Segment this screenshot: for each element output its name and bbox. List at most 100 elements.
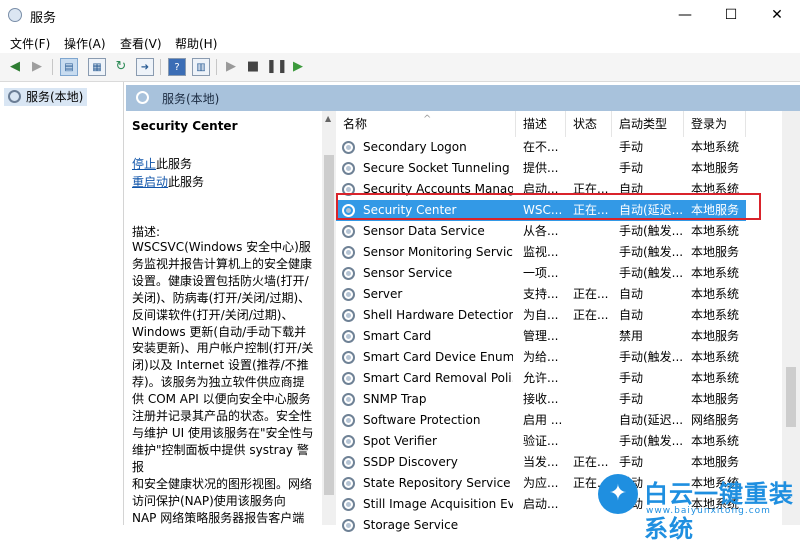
service-row[interactable]: Smart Card Device Enum... 为给... 手动(触发... 本地… [336,347,746,368]
scroll-up-icon[interactable]: ▲ [325,114,331,123]
service-row[interactable]: Secure Socket Tunneling ... 提供... 手动 本地服务 [336,158,746,179]
action-pane-icon[interactable]: ▥ [192,58,210,76]
pause-service-icon[interactable]: ❚❚ [266,58,288,76]
forward-arrow-icon[interactable]: ▶ [28,58,46,76]
close-button[interactable]: ✕ [754,0,800,31]
window-title: 服务 [30,11,57,26]
service-logon-cell: 本地服务 [691,245,740,259]
column-header-logon-as[interactable]: 登录为 [684,111,746,137]
menu-action[interactable]: 操作(A) [64,35,106,52]
service-desc-cell: 为自... [523,308,559,322]
service-row[interactable]: Spot Verifier 验证... 手动(触发... 本地系统 [336,431,746,452]
back-arrow-icon[interactable]: ◀ [6,58,24,76]
service-startup-cell: 自动 [619,287,644,301]
service-logon-cell: 本地服务 [691,329,740,343]
minimize-button[interactable]: — [662,0,708,31]
service-startup-cell: 手动 [619,371,644,385]
services-list: ^ 名称 描述 状态 启动类型 登录为 Secondary Logon 在不...… [336,111,800,532]
service-status-cell [573,431,611,452]
service-desc-cell: 支持... [523,287,559,301]
pane-header: 服务(本地) [126,85,800,111]
service-row[interactable]: Server 支持... 正在... 自动 本地系统 [336,284,746,305]
service-startup-cell: 自动(延迟... [619,413,683,427]
service-row[interactable]: Shell Hardware Detection 为自... 正在... 自动 本地系统 [336,305,746,326]
extended-description-panel: Security Center 停止此服务 重启动此服务 描述: WSCSVC(… [126,111,324,525]
service-name-cell: Sensor Monitoring Service [363,245,513,259]
menu-help[interactable]: 帮助(H) [175,35,217,52]
service-desc-cell: 启动... [523,497,559,511]
service-startup-cell: 手动(触发... [619,245,683,259]
gear-icon [342,435,355,448]
toolbar-separator [160,59,161,75]
maximize-button[interactable]: ☐ [708,0,754,31]
service-row[interactable]: Secondary Logon 在不... 手动 本地系统 [336,137,746,158]
stop-service-icon[interactable]: ■ [244,58,262,76]
service-name-cell: Still Image Acquisition Ev... [363,497,513,511]
service-row[interactable]: Software Protection 启用 ... 自动(延迟... 网络服务 [336,410,746,431]
service-startup-cell: 手动 [619,392,644,406]
service-name-cell: Server [363,287,403,301]
service-name-cell: Smart Card Removal Poli... [363,371,513,385]
export-list-icon[interactable]: ➜ [136,58,154,76]
service-status-cell [573,368,611,389]
services-pane: 服务(本地) Security Center 停止此服务 重启动此服务 描述: … [126,82,800,532]
column-header-name[interactable]: ^ 名称 [336,111,516,137]
service-desc-cell: 当发... [523,455,559,469]
service-status-cell [573,326,611,347]
service-startup-cell: 手动(触发... [619,224,683,238]
service-startup-cell: 手动(触发... [619,434,683,448]
service-row[interactable]: Sensor Monitoring Service 监视... 手动(触发... 本地… [336,242,746,263]
service-logon-cell: 本地系统 [691,308,740,322]
service-desc-cell: 为应... [523,476,559,490]
column-header-description[interactable]: 描述 [516,111,566,137]
service-logon-cell: 本地系统 [691,224,740,238]
menu-bar: 文件(F) 操作(A) 查看(V) 帮助(H) [0,31,800,53]
gear-icon [8,90,21,103]
gear-icon [342,330,355,343]
console-tree-icon[interactable]: ▤ [60,58,78,76]
service-startup-cell: 手动 [619,140,644,154]
tree-item-label: 服务(本地) [26,90,84,104]
list-scrollbar[interactable] [782,111,800,525]
service-status-cell [573,347,611,368]
column-header-startup-type[interactable]: 启动类型 [612,111,684,137]
tree-item-services-local[interactable]: 服务(本地) [4,88,88,106]
refresh-icon[interactable]: ↻ [112,58,130,76]
description-scrollbar[interactable]: ▲ [322,111,336,525]
gear-icon [342,267,355,280]
gear-icon [342,393,355,406]
service-row[interactable]: SNMP Trap 接收... 手动 本地服务 [336,389,746,410]
scrollbar-thumb[interactable] [324,155,334,495]
service-row[interactable]: Sensor Data Service 从各... 手动(触发... 本地系统 [336,221,746,242]
service-row[interactable]: Smart Card Removal Poli... 允许... 手动 本地系统 [336,368,746,389]
toolbar-separator [52,59,53,75]
service-row[interactable]: Sensor Service 一项... 手动(触发... 本地系统 [336,263,746,284]
service-desc-cell: 监视... [523,245,559,259]
service-row[interactable]: Smart Card 管理... 禁用 本地服务 [336,326,746,347]
start-service-icon[interactable]: ▶ [222,58,240,76]
service-name-cell: SNMP Trap [363,392,427,406]
service-status-cell [573,158,611,179]
column-header-status[interactable]: 状态 [566,111,612,137]
service-row[interactable]: SSDP Discovery 当发... 正在... 手动 本地服务 [336,452,746,473]
stop-service-link[interactable]: 停止 [132,157,156,171]
restart-service-link[interactable]: 重启动 [132,175,168,189]
gear-icon [342,414,355,427]
menu-view[interactable]: 查看(V) [120,35,162,52]
properties-icon[interactable]: ▦ [88,58,106,76]
service-name-cell: Storage Service [363,518,459,532]
gear-icon [342,225,355,238]
resume-service-icon[interactable]: ▶ [289,58,307,76]
service-name-cell: Shell Hardware Detection [363,308,513,322]
service-status-cell: 正在... [573,455,609,469]
scrollbar-thumb[interactable] [786,367,796,427]
help-icon[interactable]: ? [168,58,186,76]
gear-icon [342,477,355,490]
gear-icon [342,456,355,469]
service-name-cell: State Repository Service [363,476,511,490]
service-status-cell [573,221,611,242]
description-label: 描述: [132,225,161,239]
menu-file[interactable]: 文件(F) [10,35,50,52]
service-name-cell: Secondary Logon [363,140,467,154]
service-startup-cell: 手动 [619,455,644,469]
